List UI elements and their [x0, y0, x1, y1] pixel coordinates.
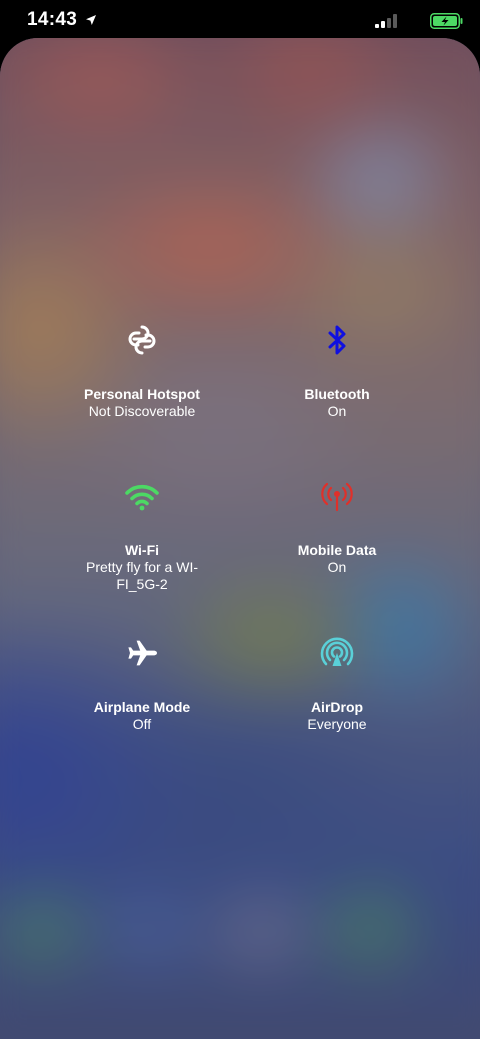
signal-bar: [393, 14, 397, 28]
bluetooth-toggle[interactable]: Bluetooth On: [242, 320, 432, 420]
tile-label: Mobile Data: [297, 542, 377, 558]
signal-bar: [387, 18, 391, 28]
battery-charging-icon: [430, 13, 463, 29]
location-arrow-icon: [86, 15, 96, 25]
tile-status: Off: [132, 716, 152, 732]
personal-hotspot-toggle[interactable]: Personal Hotspot Not Discoverable: [47, 320, 237, 420]
status-time: 14:43: [27, 9, 78, 30]
wifi-toggle[interactable]: Wi-Fi Pretty fly for a WI-FI_5G-2: [47, 476, 237, 593]
signal-bar: [375, 24, 379, 28]
wifi-icon: [125, 484, 159, 511]
cellular-signal-icon: [375, 14, 397, 28]
airdrop-icon: [320, 637, 354, 666]
antenna-icon: [321, 482, 353, 512]
tile-status: On: [327, 403, 347, 419]
mobile-data-toggle[interactable]: Mobile Data On: [242, 476, 432, 576]
airplane-mode-toggle[interactable]: Airplane Mode Off: [47, 633, 237, 733]
tile-label: AirDrop: [310, 699, 364, 715]
tile-status: Everyone: [307, 716, 367, 732]
tile-label: Wi-Fi: [124, 542, 160, 558]
status-bar: 14:43: [0, 0, 480, 40]
tile-status: Not Discoverable: [88, 403, 196, 419]
airplane-icon: [128, 640, 157, 666]
tile-label: Personal Hotspot: [84, 386, 200, 402]
control-center-expanded-panel: Personal Hotspot Not Discoverable Blueto…: [0, 38, 480, 1039]
signal-bar: [381, 21, 385, 28]
hotspot-icon: [128, 325, 156, 355]
screen: Personal Hotspot Not Discoverable Blueto…: [0, 0, 480, 1039]
bluetooth-icon: [328, 325, 346, 355]
tile-label: Airplane Mode: [93, 699, 191, 715]
tile-label: Bluetooth: [304, 386, 370, 402]
tile-status: On: [327, 559, 347, 575]
tile-status: Pretty fly for a WI-FI_5G-2: [85, 559, 198, 592]
airdrop-toggle[interactable]: AirDrop Everyone: [242, 633, 432, 733]
